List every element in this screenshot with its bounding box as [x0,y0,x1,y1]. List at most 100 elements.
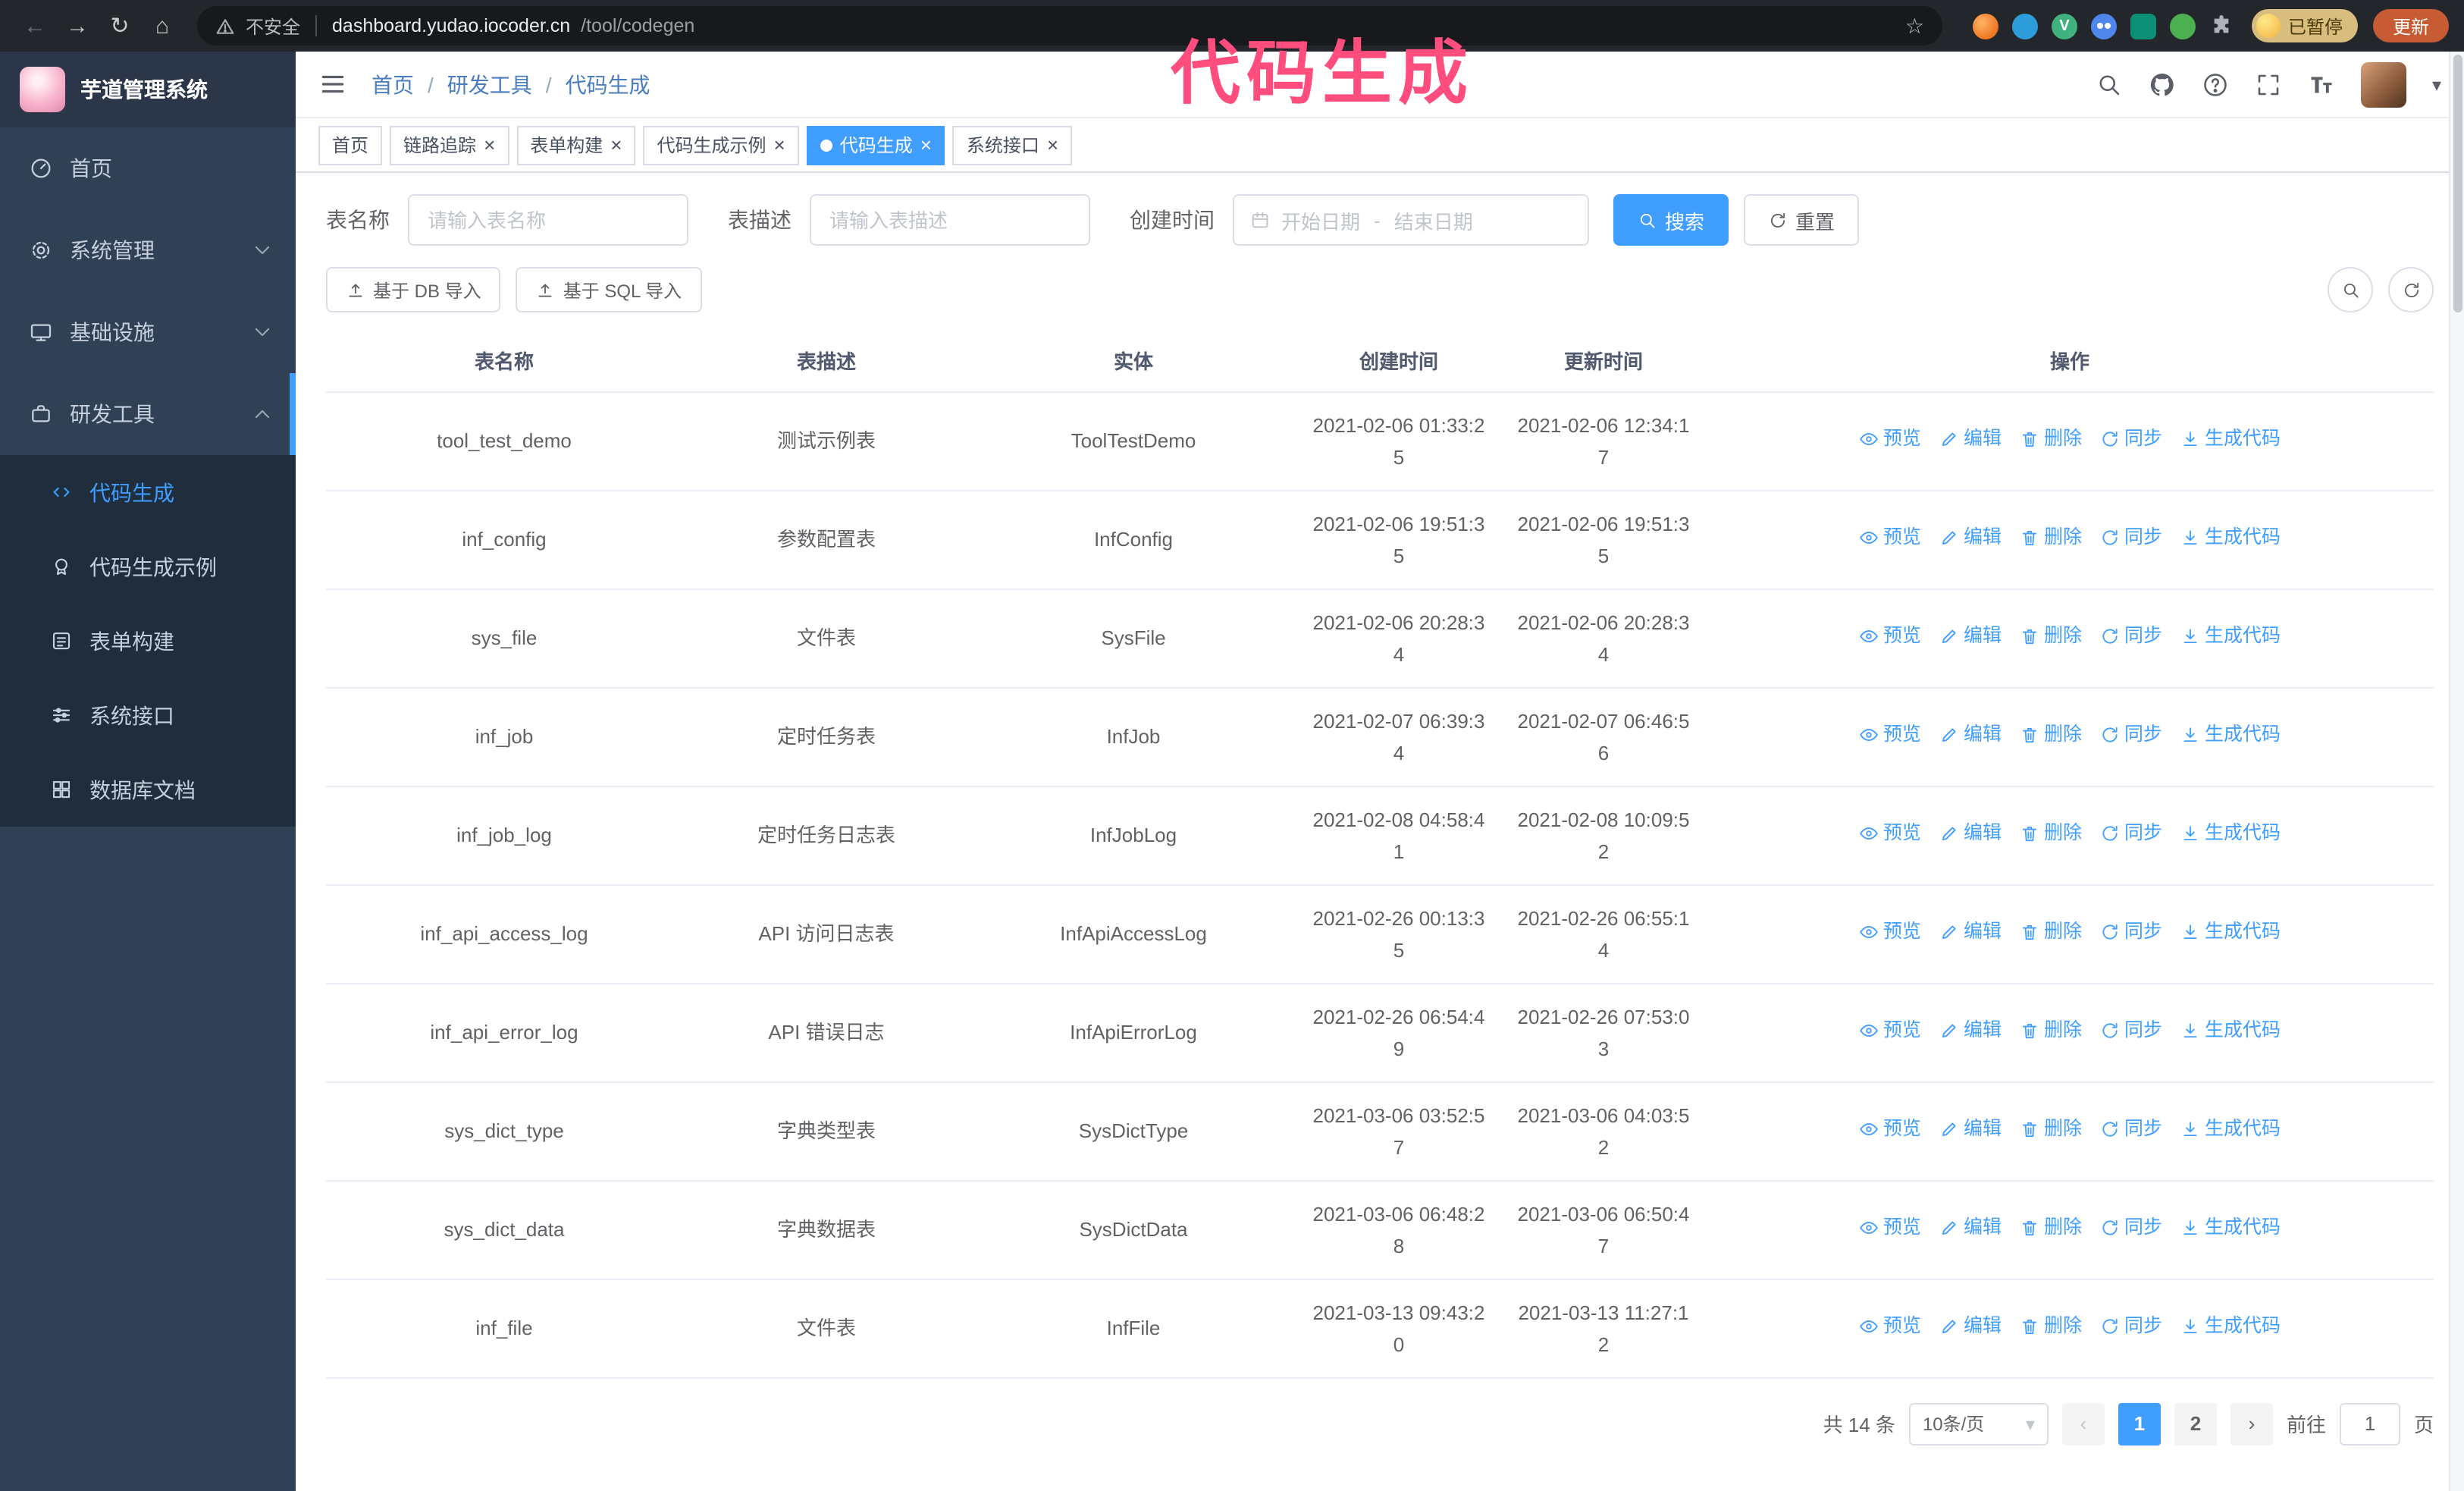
sync-action[interactable]: 同步 [2100,522,2162,554]
delete-action[interactable]: 删除 [2020,818,2082,849]
close-icon[interactable]: × [610,135,622,155]
sidebar-subitem-form-builder[interactable]: 表单构建 [0,604,296,678]
edit-action[interactable]: 编辑 [1939,1015,2002,1047]
generate-code-action[interactable]: 生成代码 [2180,818,2281,849]
users-extension-icon[interactable] [2090,13,2117,39]
toggle-search-button[interactable] [2328,267,2373,312]
tab-codegen-example[interactable]: 代码生成示例 × [643,125,799,165]
search-icon[interactable] [2096,71,2123,98]
edit-action[interactable]: 编辑 [1939,719,2002,751]
caret-down-icon[interactable]: ▾ [2432,74,2441,95]
sync-action[interactable]: 同步 [2100,1212,2162,1244]
breadcrumb-dev-tools[interactable]: 研发工具 [447,69,532,99]
sidebar-item-home[interactable]: 首页 [0,127,296,209]
date-range-picker[interactable]: 开始日期 - 结束日期 [1233,194,1589,246]
help-icon[interactable] [2202,71,2229,98]
reload-icon[interactable]: ↻ [100,6,140,46]
close-icon[interactable]: × [774,135,785,155]
sync-action[interactable]: 同步 [2100,620,2162,652]
next-page-button[interactable]: › [2230,1402,2273,1445]
delete-action[interactable]: 删除 [2020,1015,2082,1047]
update-button[interactable]: 更新 [2372,9,2449,42]
tab-trace[interactable]: 链路追踪 × [390,125,509,165]
delete-action[interactable]: 删除 [2020,620,2082,652]
sync-action[interactable]: 同步 [2100,423,2162,455]
page-button-2[interactable]: 2 [2174,1402,2217,1445]
generate-code-action[interactable]: 生成代码 [2180,719,2281,751]
fox-extension-icon[interactable] [1972,13,1998,39]
edit-action[interactable]: 编辑 [1939,818,2002,849]
generate-code-action[interactable]: 生成代码 [2180,916,2281,948]
sync-action[interactable]: 同步 [2100,1113,2162,1145]
tab-system-api[interactable]: 系统接口 × [952,125,1073,165]
forward-icon[interactable]: → [58,6,97,46]
font-size-icon[interactable] [2308,71,2335,98]
preview-action[interactable]: 预览 [1859,423,1921,455]
edit-action[interactable]: 编辑 [1939,423,2002,455]
generate-code-action[interactable]: 生成代码 [2180,1113,2281,1145]
edit-action[interactable]: 编辑 [1939,916,2002,948]
sidebar-item-dev-tools[interactable]: 研发工具 [0,373,296,455]
edit-action[interactable]: 编辑 [1939,620,2002,652]
generate-code-action[interactable]: 生成代码 [2180,620,2281,652]
refresh-table-button[interactable] [2388,267,2434,312]
vue-devtools-extension-icon[interactable] [2051,13,2077,39]
tab-form-builder[interactable]: 表单构建 × [516,125,636,165]
search-button[interactable]: 搜索 [1613,194,1729,246]
sync-action[interactable]: 同步 [2100,916,2162,948]
close-icon[interactable]: × [1047,135,1058,155]
back-icon[interactable]: ← [15,6,55,46]
import-db-button[interactable]: 基于 DB 导入 [326,267,501,312]
preview-action[interactable]: 预览 [1859,620,1921,652]
table-name-input[interactable] [408,194,688,246]
reset-button[interactable]: 重置 [1744,194,1860,246]
import-sql-button[interactable]: 基于 SQL 导入 [516,267,702,312]
delete-action[interactable]: 删除 [2020,916,2082,948]
goto-page-input[interactable] [2339,1402,2400,1445]
tab-home[interactable]: 首页 [318,125,383,165]
sidebar-subitem-system-api[interactable]: 系统接口 [0,678,296,752]
sidebar-subitem-codegen-example[interactable]: 代码生成示例 [0,529,296,604]
home-icon[interactable]: ⌂ [143,6,182,46]
fullscreen-icon[interactable] [2255,71,2282,98]
app-logo[interactable]: 芋道管理系统 [0,52,296,127]
delete-action[interactable]: 删除 [2020,719,2082,751]
teal-extension-icon[interactable] [2130,13,2156,39]
preview-action[interactable]: 预览 [1859,1015,1921,1047]
close-icon[interactable]: × [920,135,932,155]
sync-action[interactable]: 同步 [2100,719,2162,751]
delete-action[interactable]: 删除 [2020,423,2082,455]
preview-action[interactable]: 预览 [1859,818,1921,849]
edit-action[interactable]: 编辑 [1939,522,2002,554]
delete-action[interactable]: 删除 [2020,1311,2082,1342]
sync-action[interactable]: 同步 [2100,818,2162,849]
breadcrumb-home[interactable]: 首页 [371,69,414,99]
leaf-extension-icon[interactable] [2169,13,2196,39]
sync-action[interactable]: 同步 [2100,1311,2162,1342]
generate-code-action[interactable]: 生成代码 [2180,423,2281,455]
delete-action[interactable]: 删除 [2020,522,2082,554]
user-avatar[interactable] [2360,61,2406,107]
sidebar-item-system-management[interactable]: 系统管理 [0,209,296,291]
hamburger-icon[interactable] [318,70,347,99]
extensions-puzzle-icon[interactable] [2209,14,2234,38]
table-desc-input[interactable] [810,194,1090,246]
url-bar[interactable]: 不安全 dashboard.yudao.iocoder.cn /tool/cod… [197,6,1942,46]
prev-page-button[interactable]: ‹ [2061,1402,2105,1445]
preview-action[interactable]: 预览 [1859,1212,1921,1244]
delete-action[interactable]: 删除 [2020,1212,2082,1244]
github-icon[interactable] [2149,71,2176,98]
edit-action[interactable]: 编辑 [1939,1311,2002,1342]
page-size-select[interactable]: 10条/页 ▾ [1908,1402,2049,1445]
delete-action[interactable]: 删除 [2020,1113,2082,1145]
tab-codegen[interactable]: 代码生成 × [806,125,945,165]
generate-code-action[interactable]: 生成代码 [2180,522,2281,554]
close-icon[interactable]: × [484,135,495,155]
page-button-1[interactable]: 1 [2118,1402,2161,1445]
preview-action[interactable]: 预览 [1859,1113,1921,1145]
preview-action[interactable]: 预览 [1859,719,1921,751]
preview-action[interactable]: 预览 [1859,916,1921,948]
drop-extension-icon[interactable] [2011,13,2038,39]
edit-action[interactable]: 编辑 [1939,1212,2002,1244]
scrollbar-thumb[interactable] [2453,55,2462,312]
